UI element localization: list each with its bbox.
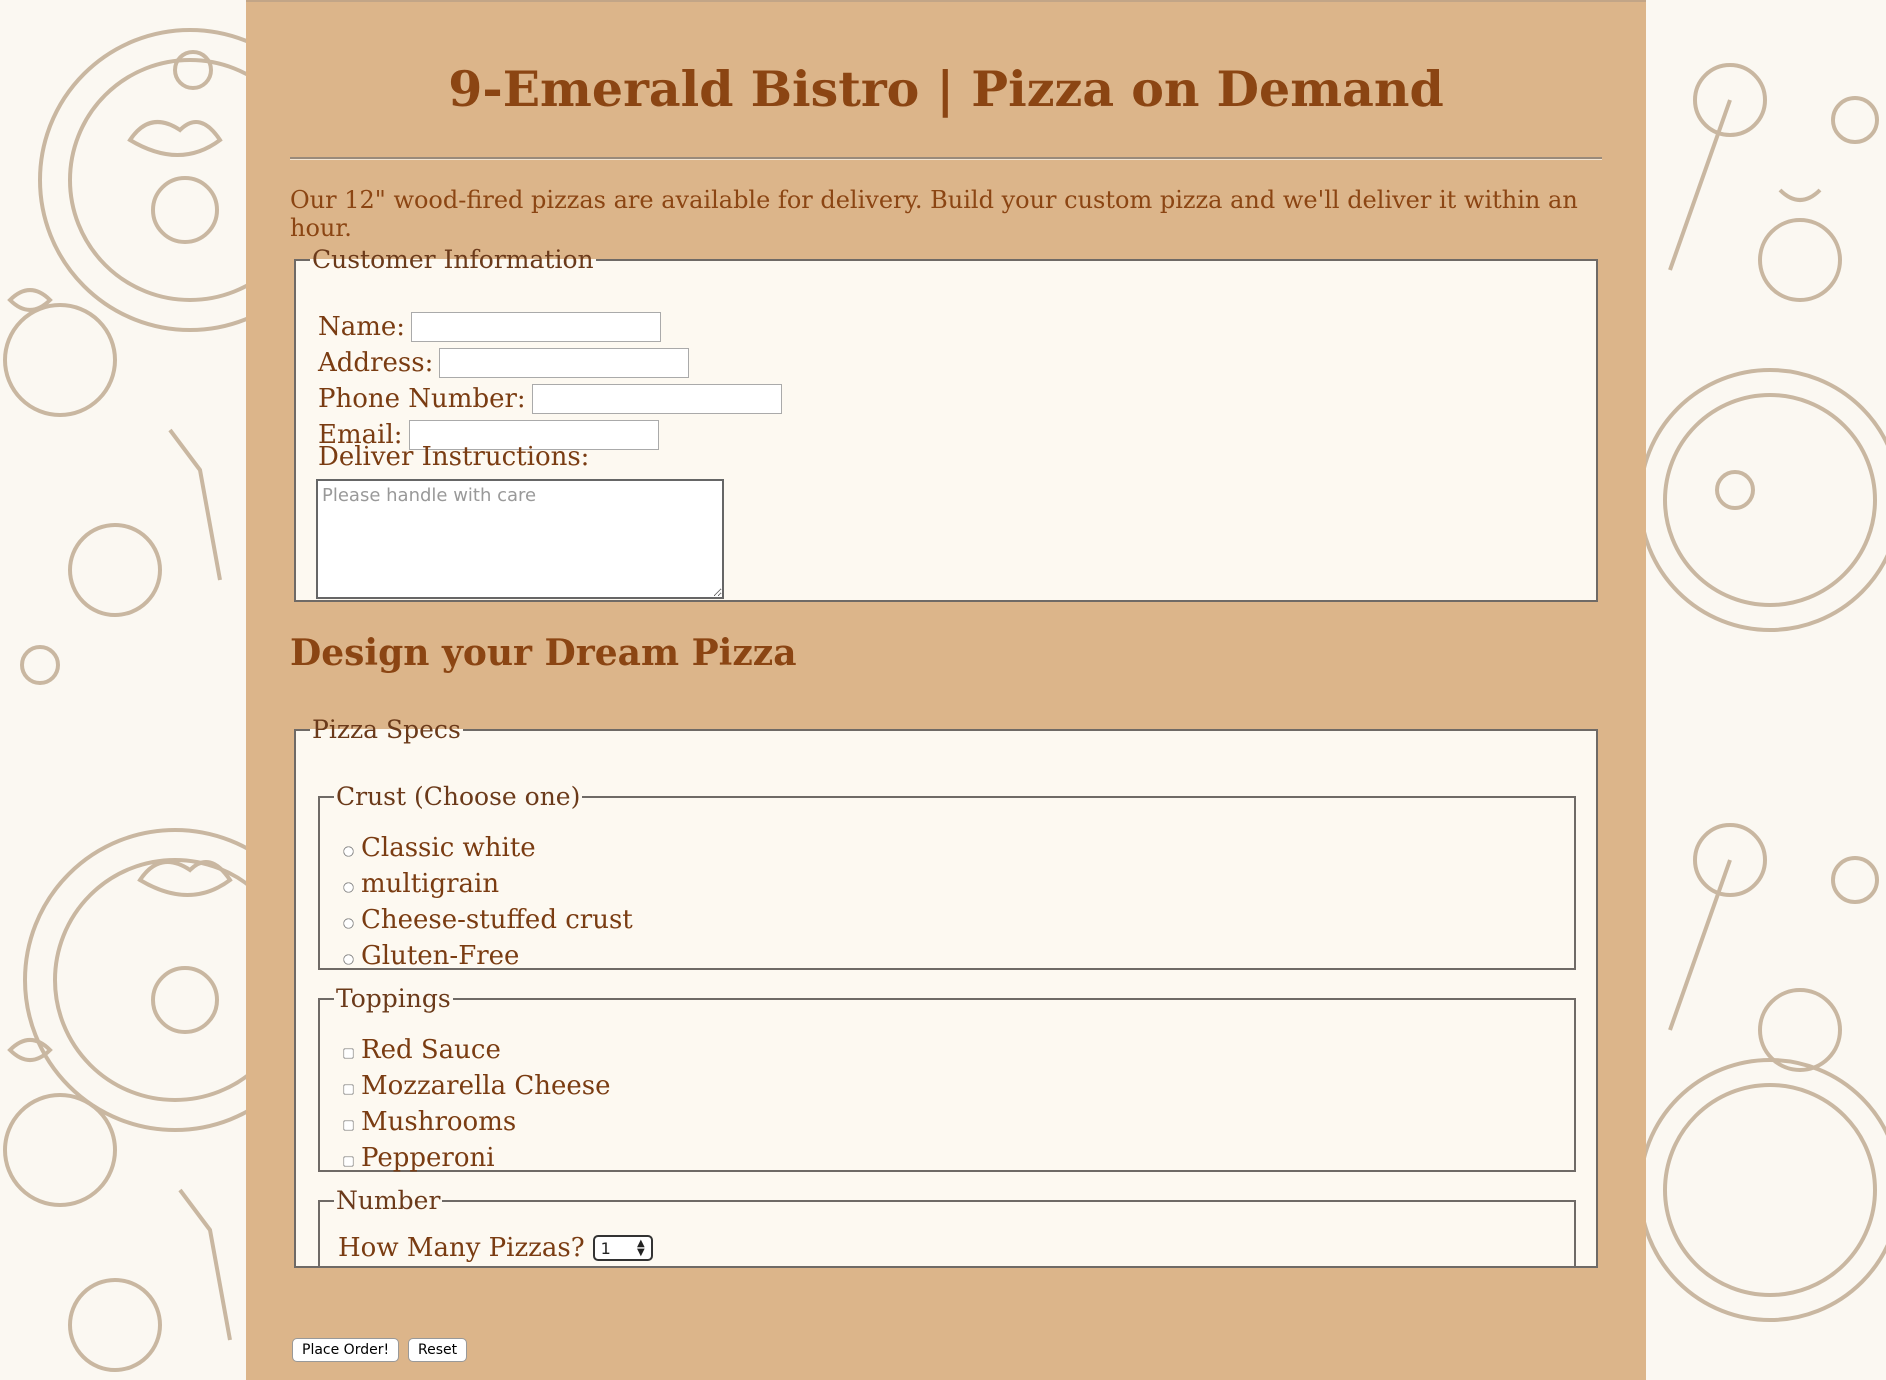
customer-information-legend: Customer Information [312,245,594,274]
crust-option-multigrain[interactable]: multigrain [342,869,499,899]
crust-option-label: multigrain [361,869,500,899]
instructions-label: Deliver Instructions: [318,442,590,472]
intro-text: Our 12" wood-fired pizzas are available … [290,186,1578,242]
select-arrows-icon: ▲ ▼ [636,1238,645,1258]
customer-information-fieldset: Customer Information Name: Address: Phon… [294,245,1598,602]
topping-option-red-sauce[interactable]: Red Sauce [342,1035,501,1065]
reset-button[interactable]: Reset [408,1338,468,1362]
name-label: Name: [318,312,406,342]
topping-option-pepperoni[interactable]: Pepperoni [342,1143,495,1173]
crust-option-classic-white[interactable]: Classic white [342,833,536,863]
phone-row: Phone Number: [318,384,782,414]
address-field[interactable] [439,348,690,378]
topping-checkbox-red-sauce[interactable] [343,1047,354,1059]
pizza-specs-legend: Pizza Specs [312,715,461,744]
phone-field[interactable] [531,384,782,414]
crust-fieldset: Crust (Choose one) Classic white multigr… [318,782,1576,971]
crust-radio-cheese-stuffed[interactable] [343,917,354,929]
topping-option-label: Mozzarella Cheese [361,1071,611,1101]
address-label: Address: [318,348,434,378]
topping-option-mozzarella[interactable]: Mozzarella Cheese [342,1071,611,1101]
quantity-select[interactable]: 1 ▲ ▼ [592,1235,653,1261]
topping-checkbox-pepperoni[interactable] [343,1155,354,1167]
topping-checkbox-mozzarella[interactable] [343,1083,354,1095]
name-field[interactable] [411,312,662,342]
address-row: Address: [318,348,690,378]
page-title: 9-Emerald Bistro | Pizza on Demand [448,60,1444,118]
number-fieldset: Number How Many Pizzas? 1 ▲ ▼ [318,1186,1576,1268]
design-section-title: Design your Dream Pizza [290,632,797,674]
delivery-instructions-textarea[interactable] [316,479,724,599]
topping-option-label: Pepperoni [361,1143,495,1173]
crust-option-gluten-free[interactable]: Gluten-Free [342,941,519,971]
crust-radio-classic-white[interactable] [343,845,354,857]
place-order-button[interactable]: Place Order! [292,1338,400,1362]
quantity-row: How Many Pizzas? 1 ▲ ▼ [338,1233,653,1263]
phone-label: Phone Number: [318,384,526,414]
topping-option-label: Mushrooms [361,1107,517,1137]
main-panel: 9-Emerald Bistro | Pizza on Demand Our 1… [246,0,1646,1380]
crust-option-label: Cheese-stuffed crust [361,905,633,935]
crust-option-cheese-stuffed[interactable]: Cheese-stuffed crust [342,905,633,935]
quantity-selected-value: 1 [600,1238,611,1258]
name-row: Name: [318,312,662,342]
toppings-fieldset: Toppings Red Sauce Mozzarella Cheese Mus… [318,984,1576,1173]
crust-option-label: Classic white [361,833,536,863]
topping-checkbox-mushrooms[interactable] [343,1119,354,1131]
crust-option-label: Gluten-Free [361,941,520,971]
quantity-label: How Many Pizzas? [338,1233,585,1263]
divider [290,157,1602,160]
crust-legend: Crust (Choose one) [336,782,581,811]
crust-radio-multigrain[interactable] [343,881,354,893]
topping-option-label: Red Sauce [361,1035,501,1065]
number-legend: Number [336,1186,441,1215]
toppings-legend: Toppings [336,984,451,1013]
crust-radio-gluten-free[interactable] [343,953,354,965]
topping-option-mushrooms[interactable]: Mushrooms [342,1107,516,1137]
pizza-specs-fieldset: Pizza Specs Crust (Choose one) Classic w… [294,715,1598,1268]
